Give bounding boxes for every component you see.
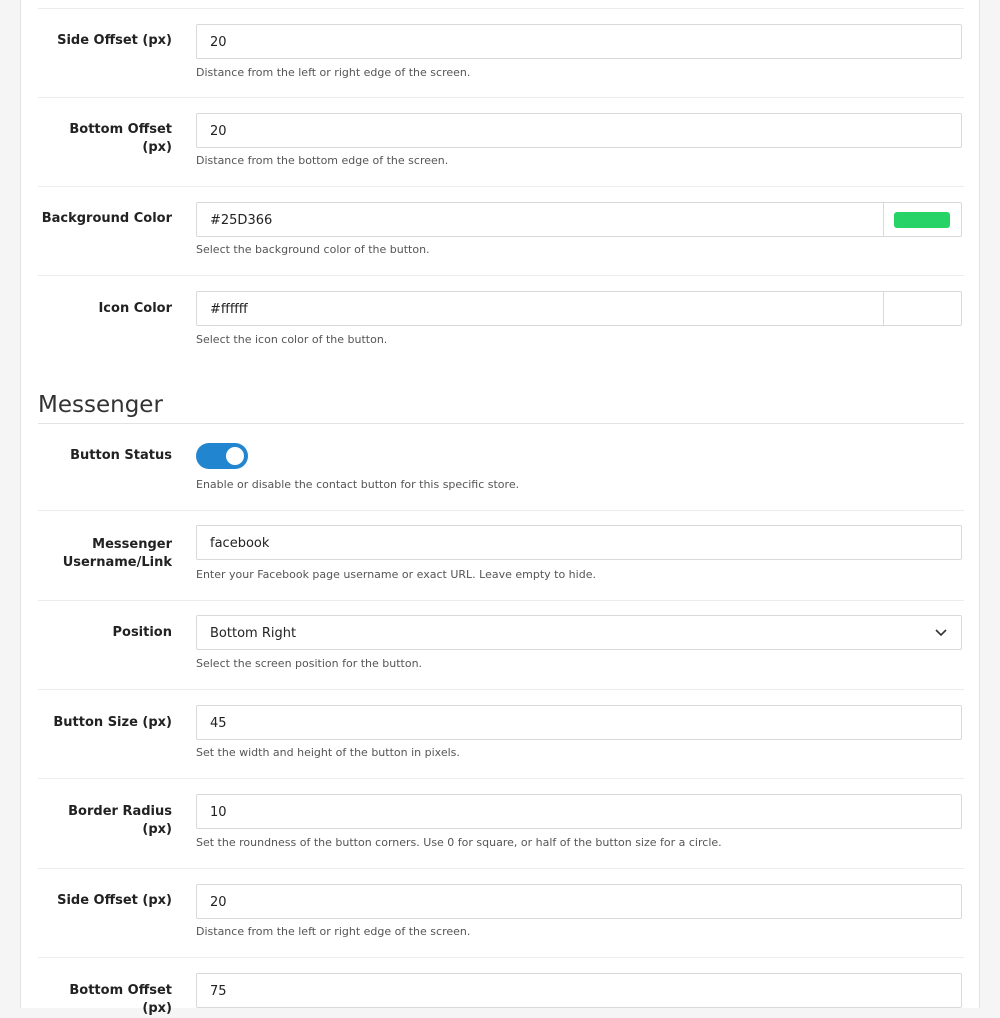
ms-border-radius-value: 10 [210, 805, 227, 820]
wa-bottom-offset-input[interactable]: 20 [196, 113, 962, 148]
wa-bg-color-value: #25D366 [210, 213, 273, 228]
ms-status-toggle[interactable] [196, 443, 248, 469]
ms-button-size-input[interactable]: 45 [196, 705, 962, 740]
ms-status-row: Button Status Enable or disable the cont… [38, 423, 964, 511]
wa-side-offset-row: Side Offset (px) 20 Distance from the le… [38, 9, 964, 98]
wa-icon-color-label: Icon Color [98, 301, 172, 316]
ms-border-radius-help: Set the roundness of the button corners.… [196, 836, 722, 849]
ms-username-value: facebook [210, 536, 270, 551]
ms-position-label: Position [112, 625, 172, 640]
wa-icon-color-value: #ffffff [210, 302, 248, 317]
ms-status-help: Enable or disable the contact button for… [196, 478, 520, 491]
settings-panel: Side Offset (px) 20 Distance from the le… [20, 0, 980, 1016]
ms-button-size-help: Set the width and height of the button i… [196, 746, 460, 759]
section-title-messenger: Messenger [38, 391, 964, 424]
wa-side-offset-label: Side Offset (px) [57, 33, 172, 48]
ms-username-row: Messenger Username/Link facebook Enter y… [38, 510, 964, 601]
chevron-down-icon [935, 629, 947, 637]
ms-side-offset-row: Side Offset (px) 20 Distance from the le… [38, 868, 964, 958]
ms-border-radius-input[interactable]: 10 [196, 794, 962, 829]
ms-bottom-offset-label: Bottom Offset (px) [69, 983, 172, 1016]
ms-side-offset-label: Side Offset (px) [57, 893, 172, 908]
wa-side-offset-value: 20 [210, 35, 227, 50]
ms-position-row: Position Bottom Right Select the screen … [38, 600, 964, 690]
ms-bottom-offset-row: Bottom Offset (px) 75 [38, 957, 964, 1017]
ms-border-radius-label: Border Radius (px) [68, 804, 172, 837]
wa-bg-color-picker[interactable] [883, 203, 961, 236]
ms-border-radius-row: Border Radius (px) 10 Set the roundness … [38, 778, 964, 869]
ms-username-input[interactable]: facebook [196, 525, 962, 560]
color-swatch [894, 301, 950, 317]
ms-position-help: Select the screen position for the butto… [196, 657, 423, 670]
wa-bottom-offset-help: Distance from the bottom edge of the scr… [196, 154, 449, 167]
wa-bg-color-input[interactable]: #25D366 [196, 202, 962, 237]
ms-status-label: Button Status [70, 448, 172, 463]
wa-bg-color-help: Select the background color of the butto… [196, 243, 430, 256]
wa-bg-color-label: Background Color [41, 211, 172, 226]
wa-icon-color-picker[interactable] [883, 292, 961, 325]
ms-username-label-line2: Username/Link [62, 555, 172, 570]
wa-side-offset-help: Distance from the left or right edge of … [196, 66, 471, 79]
ms-username-label: Messenger Username/Link [38, 536, 172, 572]
toggle-knob [226, 447, 244, 465]
ms-side-offset-help: Distance from the left or right edge of … [196, 925, 471, 938]
color-swatch [894, 212, 950, 228]
wa-bottom-offset-label: Bottom Offset (px) [69, 122, 172, 155]
ms-button-size-row: Button Size (px) 45 Set the width and he… [38, 689, 964, 779]
ms-position-select[interactable]: Bottom Right [196, 615, 962, 650]
wa-bg-color-row: Background Color #25D366 Select the back… [38, 186, 964, 276]
ms-username-label-line1: Messenger [92, 537, 172, 552]
ms-bottom-offset-value: 75 [210, 984, 227, 999]
wa-bottom-offset-row: Bottom Offset (px) 20 Distance from the … [38, 97, 964, 187]
wa-icon-color-row: Icon Color #ffffff Select the icon color… [38, 275, 964, 365]
ms-button-size-label: Button Size (px) [53, 715, 172, 730]
ms-bottom-offset-input[interactable]: 75 [196, 973, 962, 1008]
wa-icon-color-input[interactable]: #ffffff [196, 291, 962, 326]
ms-button-size-value: 45 [210, 716, 227, 731]
wa-icon-color-help: Select the icon color of the button. [196, 333, 388, 346]
ms-side-offset-value: 20 [210, 895, 227, 910]
wa-side-offset-input[interactable]: 20 [196, 24, 962, 59]
ms-side-offset-input[interactable]: 20 [196, 884, 962, 919]
ms-username-help: Enter your Facebook page username or exa… [196, 568, 596, 581]
ms-position-value: Bottom Right [210, 626, 297, 641]
wa-bottom-offset-value: 20 [210, 124, 227, 139]
